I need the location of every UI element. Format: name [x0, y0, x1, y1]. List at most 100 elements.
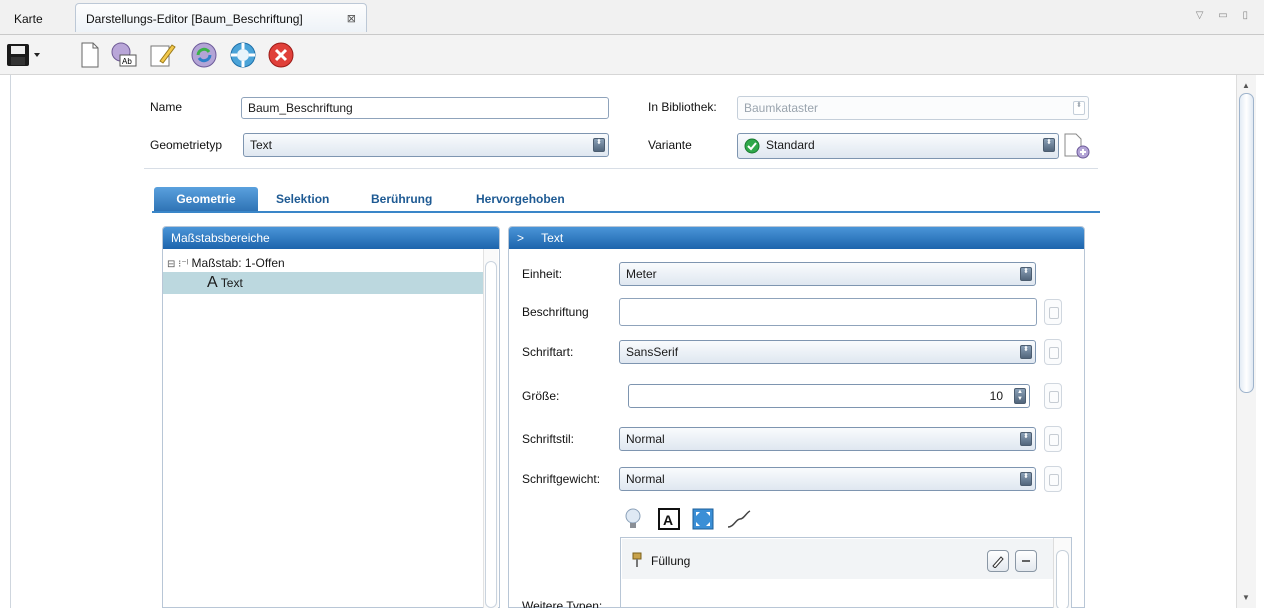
lightbulb-icon [625, 508, 641, 528]
name-label: Name [150, 100, 183, 114]
window-controls[interactable]: ▽ ▭ ▯ [1196, 10, 1254, 21]
library-label: In Bibliothek: [648, 100, 717, 114]
tab-selektion[interactable]: Selektion [260, 187, 345, 211]
apply-button[interactable] [228, 40, 258, 70]
groesse-value: 10 [989, 389, 1003, 403]
tab-beruehrung[interactable]: Berührung [355, 187, 448, 211]
tree-item-scale[interactable]: ⊟ ⁝⁻ˡ Maßstab: 1-Offen [167, 253, 285, 273]
tab-geometrie[interactable]: Geometrie [154, 187, 258, 211]
cancel-icon [268, 42, 294, 68]
schriftstil-select[interactable]: Normal ⬍ [619, 427, 1036, 451]
schriftart-data-icon[interactable] [1044, 339, 1062, 365]
toolbar: Ab [0, 35, 1264, 75]
text-frame-button[interactable]: A [656, 506, 682, 532]
fuellung-label: Füllung [651, 554, 691, 568]
brush-icon [630, 552, 644, 571]
check-icon [744, 138, 760, 154]
expand-button[interactable] [690, 506, 716, 532]
refresh-icon [191, 42, 217, 68]
svg-text:Ab: Ab [122, 57, 132, 66]
save-button[interactable] [4, 40, 44, 70]
scroll-up-icon[interactable]: ▲ [1242, 81, 1250, 90]
label-icon: Ab [111, 42, 137, 67]
schriftart-select-value: SansSerif [626, 345, 679, 359]
close-tab-icon[interactable]: ⊠ [347, 4, 356, 34]
einheit-select-value: Meter [626, 267, 657, 281]
einheit-dropdown-icon: ⬍ [1020, 267, 1032, 281]
editor-scrollbar-thumb[interactable] [1239, 93, 1254, 393]
editor-tabstrip: Karte Darstellungs-Editor [Baum_Beschrif… [0, 0, 1264, 35]
minus-icon [1022, 560, 1030, 562]
groesse-label: Größe: [522, 389, 560, 403]
geomtype-dropdown-icon: ⬍ [593, 138, 605, 152]
einheit-label: Einheit: [522, 267, 563, 281]
edit-button[interactable] [147, 40, 177, 70]
beschriftung-label: Beschriftung [522, 305, 589, 319]
new-document-icon [81, 42, 99, 68]
label-button[interactable]: Ab [109, 40, 139, 70]
geomtype-label: Geometrietyp [150, 138, 223, 152]
apply-icon [230, 42, 256, 68]
library-select: Baumkataster ⬍ [737, 96, 1089, 120]
schriftstil-label: Schriftstil: [522, 432, 575, 446]
geomtype-select[interactable]: Text ⬍ [243, 133, 609, 157]
variant-dropdown-icon: ⬍ [1043, 138, 1055, 152]
cancel-button[interactable] [266, 40, 296, 70]
expand-icon [692, 508, 714, 530]
schriftstil-data-icon[interactable] [1044, 426, 1062, 452]
groesse-data-icon[interactable] [1044, 383, 1062, 409]
state-tabs: Geometrie Selektion Berührung Hervorgeho… [152, 187, 1100, 213]
halo-button[interactable] [620, 506, 646, 532]
beschriftung-field[interactable] [619, 298, 1037, 326]
scale-ranges-title: Maßstabsbereiche [163, 227, 499, 249]
tab-hervorgehoben[interactable]: Hervorgehoben [460, 187, 581, 211]
new-button[interactable] [75, 40, 105, 70]
edit-fuellung-button[interactable] [987, 550, 1009, 572]
pencil-icon [992, 556, 1004, 569]
text-panel-title: Text [541, 231, 564, 245]
schriftart-select[interactable]: SansSerif ⬍ [619, 340, 1036, 364]
weitere-typen-label: Weitere Typen: [522, 599, 603, 608]
beschriftung-data-icon[interactable] [1044, 299, 1062, 325]
text-panel-header: > Text [509, 227, 1084, 249]
curve-icon [727, 510, 751, 528]
einheit-select[interactable]: Meter ⬍ [619, 262, 1036, 286]
tab-karte[interactable]: Karte [14, 6, 43, 32]
schriftstil-select-value: Normal [626, 432, 665, 446]
tab-editor-label: Darstellungs-Editor [Baum_Beschriftung] [86, 12, 303, 26]
schriftgewicht-select[interactable]: Normal ⬍ [619, 467, 1036, 491]
additional-types-list [620, 537, 1072, 608]
tree-scrollbar-thumb[interactable] [485, 261, 497, 608]
tree-scrollbar[interactable] [483, 249, 498, 608]
variant-select[interactable]: Standard ⬍ [737, 133, 1059, 159]
name-field[interactable]: Baum_Beschriftung [241, 97, 609, 119]
add-variant-icon [1064, 133, 1090, 159]
schriftgewicht-label: Schriftgewicht: [522, 472, 601, 486]
spinner-arrows-icon[interactable]: ▲ ▼ [1014, 388, 1026, 404]
variant-label: Variante [648, 138, 692, 152]
editor-scrollbar[interactable]: ▲ ▼ [1236, 75, 1256, 608]
svg-text:A: A [663, 512, 673, 528]
schriftart-label: Schriftart: [522, 345, 574, 359]
text-frame-icon: A [658, 508, 680, 530]
schriftgewicht-data-icon[interactable] [1044, 466, 1062, 492]
scale-node-icon: ⊟ ⁝⁻ˡ [167, 259, 189, 270]
text-symbol-icon: A [207, 274, 218, 291]
tree-item-text[interactable]: A Text [207, 273, 243, 293]
refresh-button[interactable] [189, 40, 219, 70]
groesse-spinner[interactable]: 10 ▲ ▼ [628, 384, 1030, 408]
collapse-icon[interactable]: > [517, 231, 524, 245]
add-variant-button[interactable] [1062, 132, 1092, 160]
scroll-down-icon[interactable]: ▼ [1242, 593, 1250, 602]
library-dropdown-icon: ⬍ [1073, 101, 1085, 115]
tab-darstellungs-editor[interactable]: Darstellungs-Editor [Baum_Beschriftung] … [75, 3, 367, 32]
types-scrollbar[interactable] [1053, 538, 1071, 608]
remove-fuellung-button[interactable] [1015, 550, 1037, 572]
schriftart-dropdown-icon: ⬍ [1020, 345, 1032, 359]
tree-item-scale-label: Maßstab: 1-Offen [191, 256, 285, 270]
curve-button[interactable] [726, 506, 752, 532]
schriftgewicht-select-value: Normal [626, 472, 665, 486]
types-scrollbar-thumb[interactable] [1056, 550, 1069, 608]
variant-select-value: Standard [766, 138, 815, 152]
geomtype-select-value: Text [250, 138, 273, 152]
